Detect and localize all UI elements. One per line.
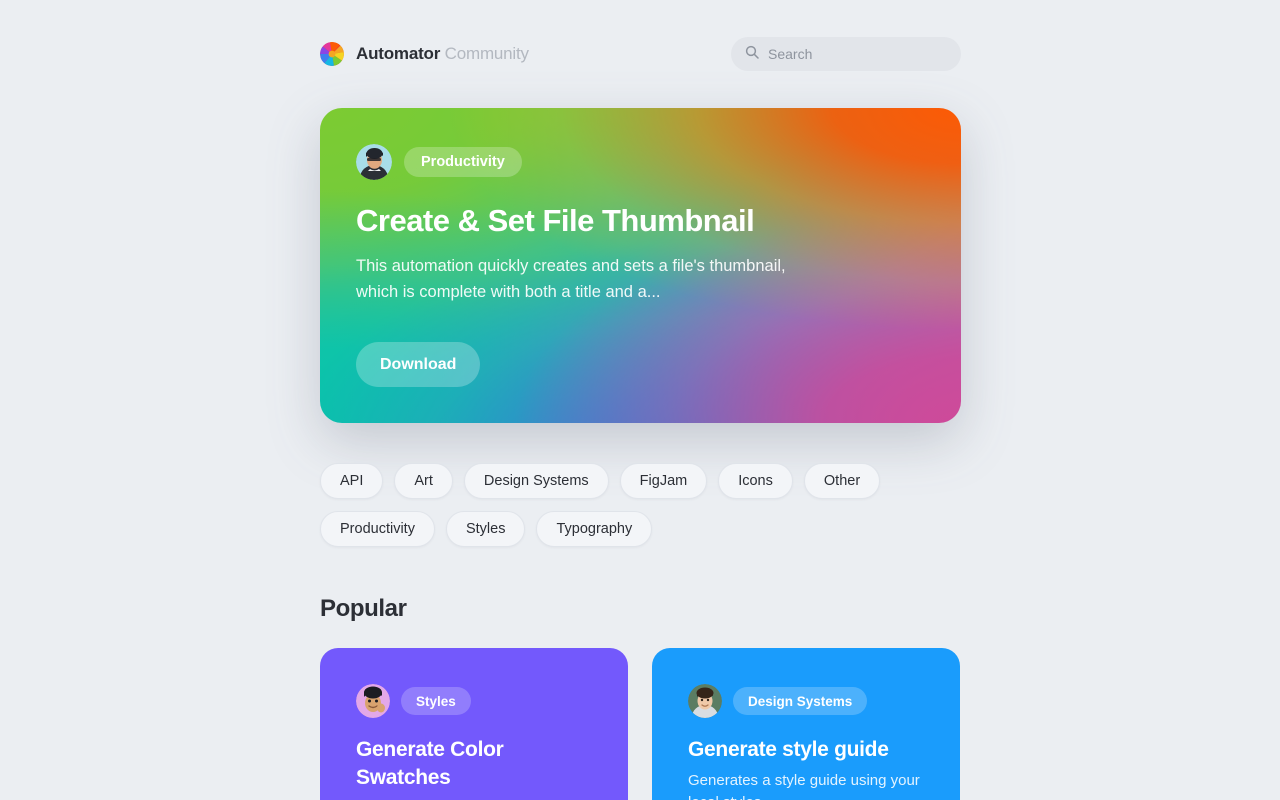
filter-pill-api[interactable]: API bbox=[320, 463, 384, 499]
plugin-card-generate-style-guide[interactable]: Design Systems Generate style guide Gene… bbox=[652, 648, 960, 800]
filter-pill-styles[interactable]: Styles bbox=[445, 511, 526, 547]
filter-pill-productivity[interactable]: Productivity bbox=[320, 511, 435, 547]
plugin-card-description: Generates a style guide using your local… bbox=[688, 771, 920, 800]
hero-category-tag[interactable]: Productivity bbox=[404, 147, 522, 177]
page-root: Automator Community Search Productivity … bbox=[0, 0, 1280, 800]
site-header: Automator Community bbox=[320, 36, 961, 72]
plugin-card-title: Generate Color Swatches bbox=[356, 738, 504, 789]
hero-card-header: Productivity bbox=[356, 144, 925, 180]
popular-section-title: Popular bbox=[320, 595, 407, 622]
plugin-author-avatar-icon bbox=[356, 684, 390, 718]
search-bar[interactable] bbox=[731, 37, 961, 71]
filter-pill-typography[interactable]: Typography bbox=[536, 511, 653, 547]
popular-card-grid: Styles Generate Color Swatches Design Sy… bbox=[320, 648, 961, 800]
brand-name-light: Community bbox=[444, 44, 529, 63]
download-button[interactable]: Download bbox=[356, 342, 481, 387]
plugin-category-tag[interactable]: Design Systems bbox=[733, 687, 868, 715]
hero-author-avatar-icon bbox=[356, 144, 392, 180]
search-input[interactable] bbox=[768, 46, 947, 62]
plugin-card-header: Styles bbox=[356, 684, 596, 718]
plugin-card-generate-color-swatches[interactable]: Styles Generate Color Swatches bbox=[320, 648, 628, 800]
brand-logo[interactable]: Automator Community bbox=[320, 36, 529, 72]
hero-title: Create & Set File Thumbnail bbox=[356, 203, 755, 238]
filter-pill-other[interactable]: Other bbox=[803, 463, 881, 499]
filter-pill-art[interactable]: Art bbox=[394, 463, 453, 499]
automator-pinwheel-logo-icon bbox=[320, 42, 344, 66]
filter-pill-design-systems[interactable]: Design Systems bbox=[463, 463, 609, 499]
category-filter-list: API Art Design Systems FigJam Icons Othe… bbox=[320, 463, 980, 547]
brand-name: Automator Community bbox=[356, 44, 529, 64]
hero-card-shadow: Productivity Create & Set File Thumbnail… bbox=[320, 108, 961, 423]
plugin-card-title: Generate style guide bbox=[688, 738, 889, 761]
plugin-author-avatar-icon bbox=[688, 684, 722, 718]
brand-name-strong: Automator bbox=[356, 44, 441, 63]
plugin-card-header: Design Systems bbox=[688, 684, 928, 718]
plugin-category-tag[interactable]: Styles bbox=[401, 687, 471, 715]
filter-pill-figjam[interactable]: FigJam bbox=[619, 463, 708, 499]
hero-description: This automation quickly creates and sets… bbox=[356, 256, 786, 301]
search-icon bbox=[745, 45, 759, 64]
filter-pill-icons[interactable]: Icons bbox=[718, 463, 793, 499]
hero-card[interactable]: Productivity Create & Set File Thumbnail… bbox=[320, 108, 961, 423]
